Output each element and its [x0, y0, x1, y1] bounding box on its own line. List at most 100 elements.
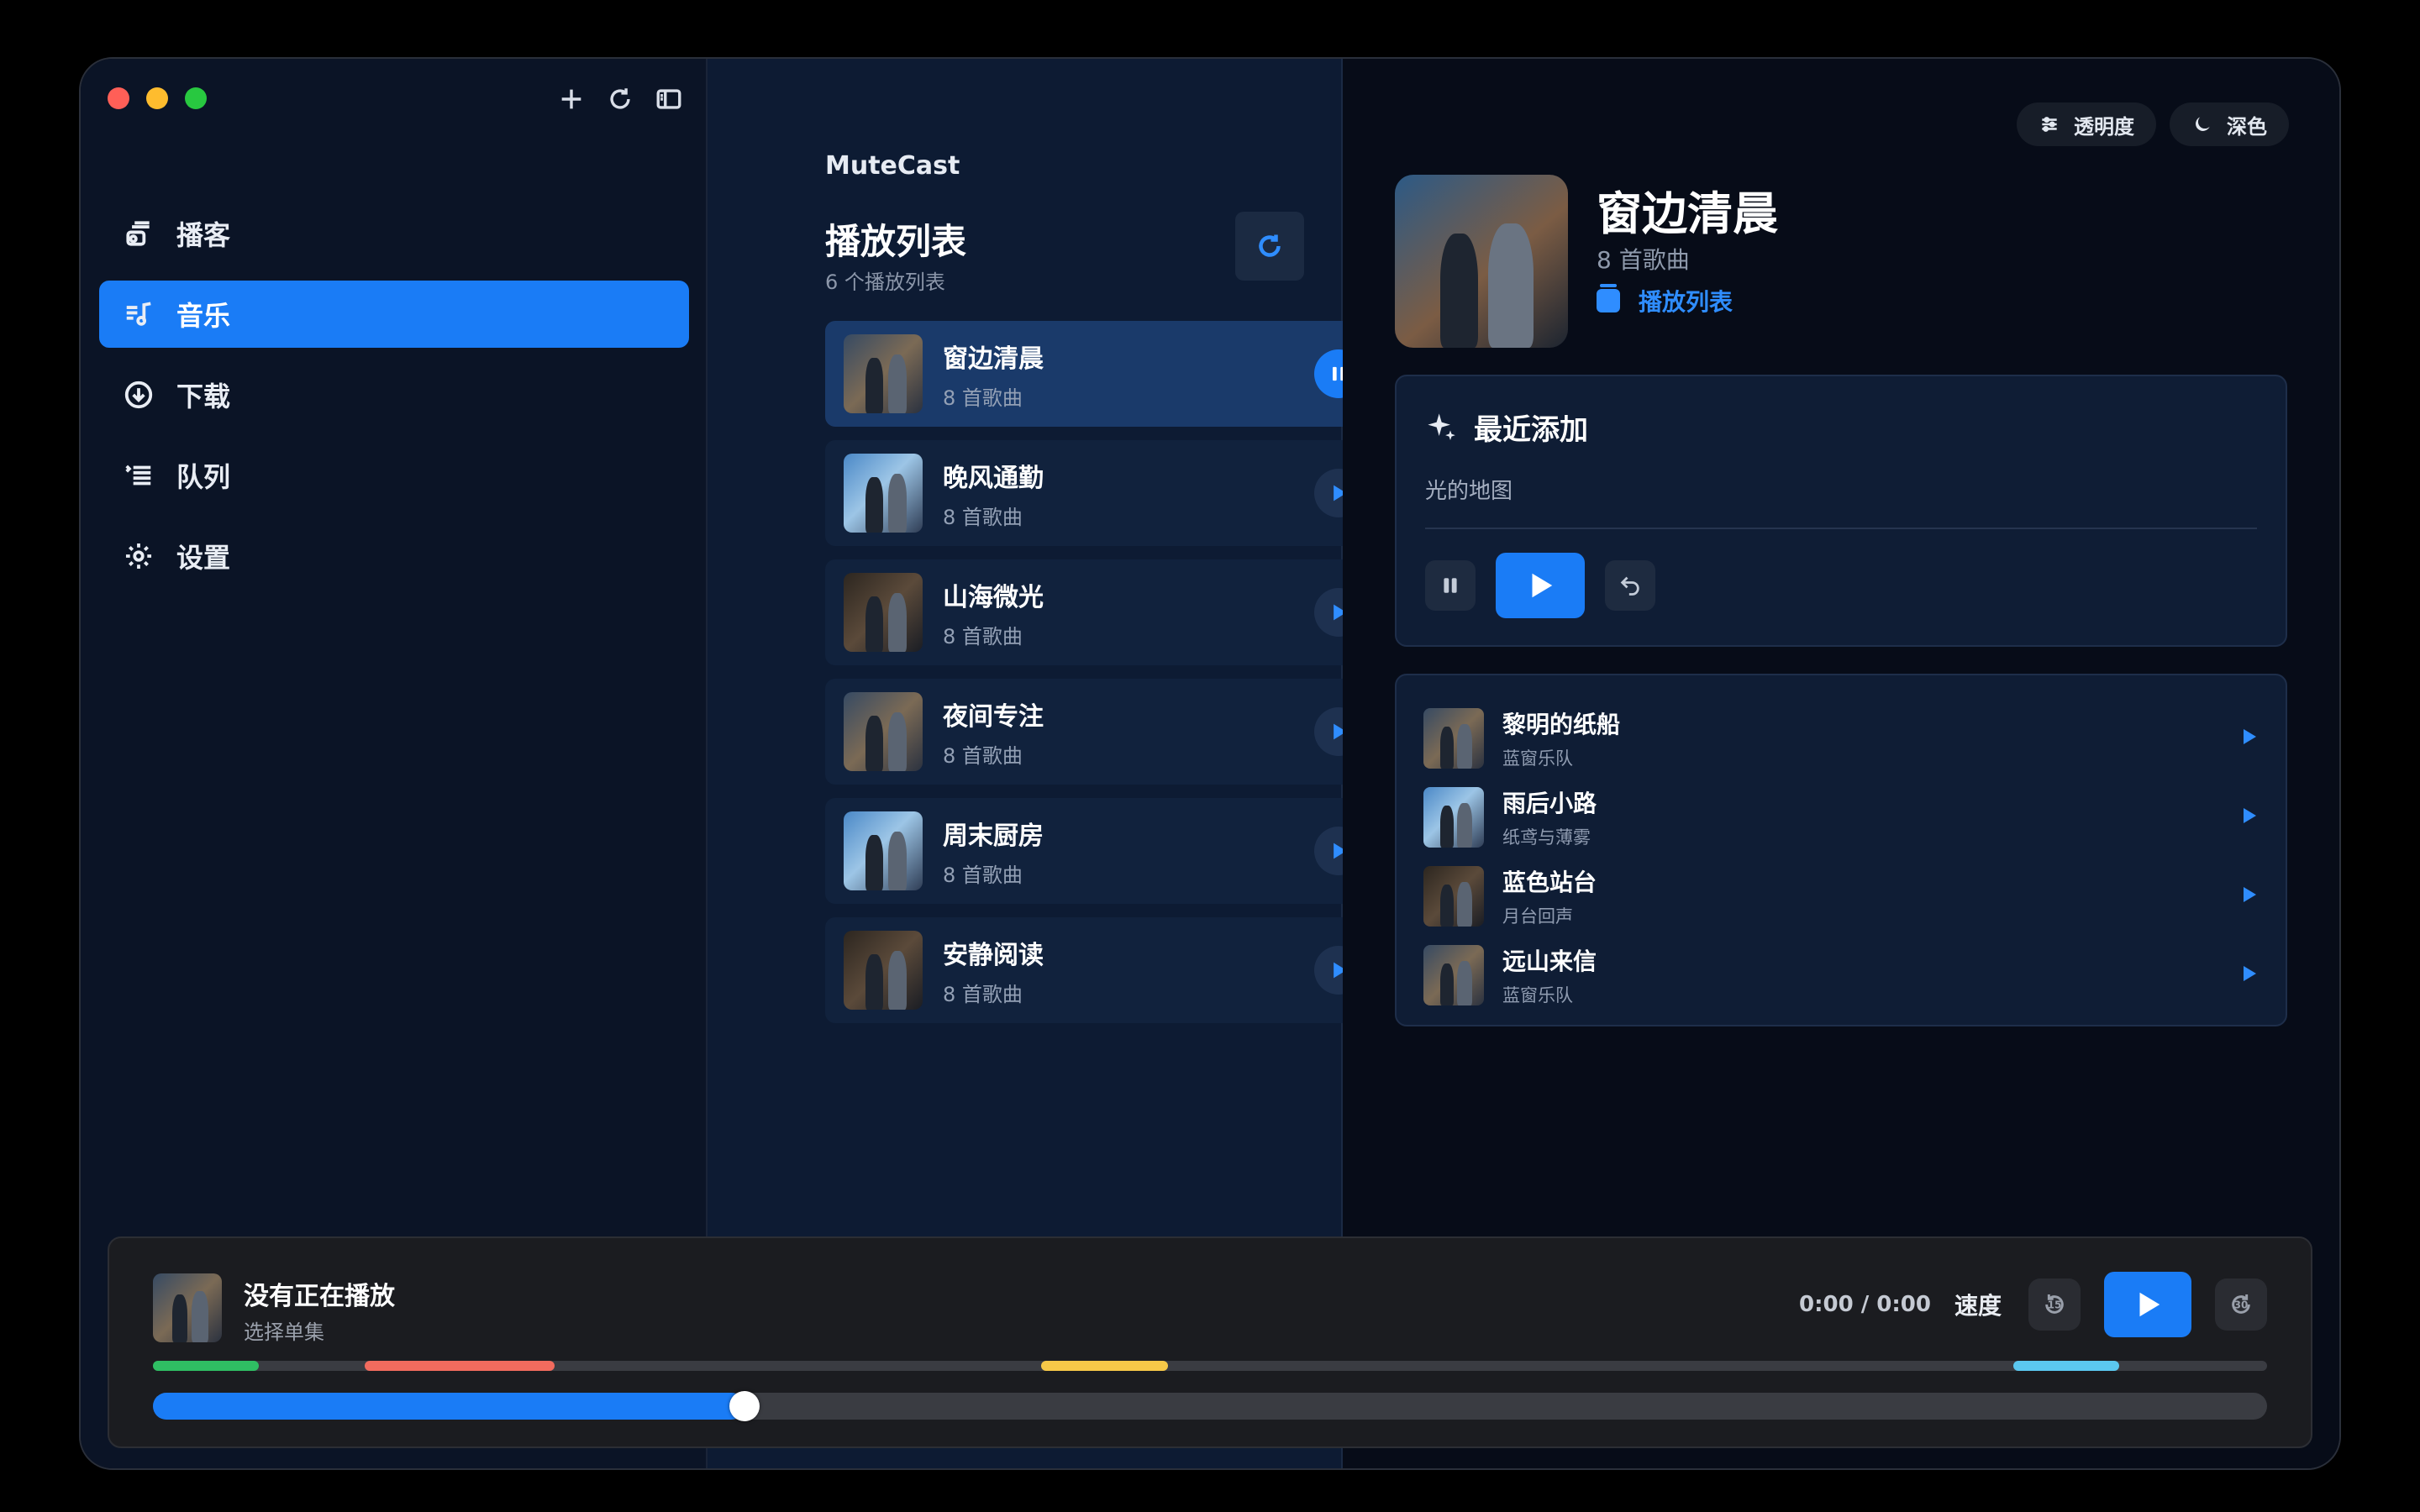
- app-window: 播客 音乐 下载 队列 设置 MuteCast 播放列表 6 个播放列表 窗边清…: [79, 57, 2341, 1470]
- chapter-marker[interactable]: [2013, 1361, 2119, 1371]
- track-list-card: 黎明的纸船 蓝窗乐队 雨后小路 纸鸢与薄雾 蓝色站台 月台回声 远山来信 蓝窗乐…: [1395, 674, 2287, 1026]
- playlist-item[interactable]: 窗边清晨 8 首歌曲: [825, 321, 1381, 427]
- playlist-name: 窗边清晨: [943, 344, 1044, 374]
- playlist-song-count: 8 首歌曲: [943, 863, 1023, 887]
- progress-handle[interactable]: [729, 1391, 760, 1421]
- sidebar-item-queue[interactable]: 队列: [99, 442, 689, 509]
- transparency-label: 透明度: [2074, 114, 2134, 139]
- track-play-button[interactable]: [2238, 885, 2259, 908]
- track-play-button[interactable]: [2238, 806, 2259, 829]
- playlist-item[interactable]: 周末厨房 8 首歌曲: [825, 798, 1381, 904]
- pause-button[interactable]: [1425, 560, 1476, 611]
- window-controls: [108, 87, 207, 109]
- now-playing-bar: 没有正在播放 选择单集 0:00 / 0:00 速度 15 30: [108, 1236, 2312, 1448]
- playlist-item[interactable]: 安静阅读 8 首歌曲: [825, 917, 1381, 1023]
- sparkles-icon: [1428, 412, 1455, 440]
- refresh-icon: [1259, 234, 1281, 257]
- transparency-button[interactable]: 透明度: [2017, 102, 2156, 146]
- sidebar-item-label: 音乐: [176, 300, 231, 332]
- track-artist: 蓝窗乐队: [1502, 748, 1573, 769]
- playlist-name: 夜间专注: [943, 701, 1044, 732]
- refresh-button[interactable]: [603, 82, 637, 116]
- gear-icon: [125, 543, 152, 570]
- speed-button[interactable]: 速度: [1954, 1288, 2002, 1321]
- app-brand: MuteCast: [825, 151, 960, 181]
- chapter-marker[interactable]: [364, 1361, 555, 1371]
- recently-added-heading: 最近添加: [1425, 407, 1588, 448]
- now-playing-title: 没有正在播放: [244, 1282, 395, 1311]
- close-window-button[interactable]: [108, 87, 129, 109]
- play-icon: [2244, 808, 2256, 823]
- music-icon: [126, 302, 151, 326]
- playlist-list: 窗边清晨 8 首歌曲 晚风通勤 8 首歌曲 山海微光 8 首歌曲 夜间专注 8 …: [825, 321, 1381, 1037]
- minimize-window-button[interactable]: [146, 87, 168, 109]
- sidebar-nav: 播客 音乐 下载 队列 设置: [99, 200, 689, 603]
- chapter-marker[interactable]: [153, 1361, 259, 1371]
- recently-added-card: 最近添加 光的地图: [1395, 375, 2287, 647]
- track-artist: 纸鸢与薄雾: [1502, 827, 1591, 848]
- track-title: 黎明的纸船: [1502, 711, 1621, 738]
- refresh-icon: [610, 88, 630, 109]
- playlist-song-count: 8 首歌曲: [943, 386, 1023, 410]
- chapter-markers[interactable]: [153, 1361, 2267, 1371]
- playlist-song-count: 8 首歌曲: [943, 743, 1023, 768]
- playlist-cover-art: [1395, 175, 1568, 348]
- playlist-name: 山海微光: [943, 582, 1044, 612]
- sidebar-item-settings[interactable]: 设置: [99, 522, 689, 590]
- track-title: 蓝色站台: [1502, 869, 1597, 896]
- track-artwork: [1423, 787, 1484, 848]
- track-title: 雨后小路: [1502, 790, 1597, 817]
- playlist-item[interactable]: 山海微光 8 首歌曲: [825, 559, 1381, 665]
- playlist-song-count: 8 首歌曲: [943, 505, 1023, 529]
- skip-forward-button[interactable]: 30: [2215, 1278, 2267, 1331]
- sidebar-item-label: 播客: [176, 219, 231, 251]
- playlist-item[interactable]: 夜间专注 8 首歌曲: [825, 679, 1381, 785]
- play-icon: [2244, 729, 2256, 744]
- now-playing-subtitle: 选择单集: [244, 1320, 324, 1344]
- skip-forward-30-icon: 30: [2232, 1294, 2250, 1314]
- track-play-button[interactable]: [2238, 963, 2259, 987]
- playlist-name: 晚风通勤: [943, 463, 1044, 493]
- playlist-item[interactable]: 晚风通勤 8 首歌曲: [825, 440, 1381, 546]
- toggle-sidebar-button[interactable]: [652, 82, 686, 116]
- skip-back-button[interactable]: 15: [2028, 1278, 2081, 1331]
- progress-slider[interactable]: [153, 1391, 2267, 1421]
- sidebar-toolbar: [555, 82, 686, 116]
- play-icon: [2244, 887, 2256, 902]
- dark-mode-label: 深色: [2227, 114, 2267, 139]
- moon-icon: [2196, 117, 2210, 131]
- track-row[interactable]: 黎明的纸船 蓝窗乐队: [1423, 699, 2259, 778]
- sidebar-item-podcasts[interactable]: 播客: [99, 200, 689, 267]
- playlist-link[interactable]: 播放列表: [1597, 284, 1733, 318]
- chapter-marker[interactable]: [1040, 1361, 1168, 1371]
- track-artwork: [1423, 945, 1484, 1005]
- playlist-name: 周末厨房: [943, 821, 1044, 851]
- track-artwork: [1423, 708, 1484, 769]
- track-row[interactable]: 雨后小路 纸鸢与薄雾: [1423, 778, 2259, 857]
- playlist-artwork: [844, 573, 923, 652]
- playlist-song-count: 8 首歌曲: [1597, 246, 1690, 274]
- play-icon: [1532, 573, 1553, 598]
- sidebar-item-music[interactable]: 音乐: [99, 281, 689, 348]
- track-row[interactable]: 远山来信 蓝窗乐队: [1423, 936, 2259, 1015]
- playlist-artwork: [844, 692, 923, 771]
- appearance-controls: 透明度 深色: [2017, 102, 2289, 146]
- add-button[interactable]: [555, 82, 588, 116]
- play-button[interactable]: [2104, 1272, 2191, 1337]
- play-button[interactable]: [1496, 553, 1585, 618]
- undo-icon: [1620, 576, 1639, 596]
- refresh-playlists-button[interactable]: [1235, 212, 1304, 281]
- progress-fill: [153, 1393, 745, 1420]
- sidebar-item-downloads[interactable]: 下载: [99, 361, 689, 428]
- player-controls: 0:00 / 0:00 速度 15 30: [1799, 1272, 2267, 1337]
- zoom-window-button[interactable]: [185, 87, 207, 109]
- recently-added-item[interactable]: 光的地图: [1425, 474, 1512, 505]
- undo-button[interactable]: [1605, 560, 1655, 611]
- sidebar-item-label: 下载: [176, 381, 231, 412]
- sliders-icon: [2042, 117, 2057, 132]
- svg-text:15: 15: [2048, 1299, 2062, 1311]
- playlist-link-label: 播放列表: [1639, 288, 1733, 316]
- track-row[interactable]: 蓝色站台 月台回声: [1423, 857, 2259, 936]
- dark-mode-button[interactable]: 深色: [2170, 102, 2289, 146]
- track-play-button[interactable]: [2238, 727, 2259, 750]
